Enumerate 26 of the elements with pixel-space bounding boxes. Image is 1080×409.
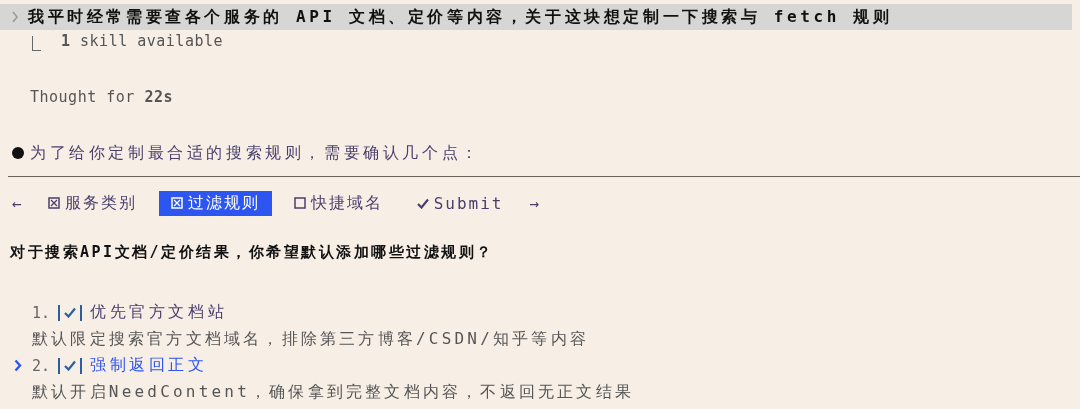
tree-corner-icon <box>32 36 41 51</box>
question-text: 对于搜索API文档/定价结果，你希望默认添加哪些过滤规则？ <box>9 243 495 263</box>
prompt-text: 我平时经常需要查各个服务的 API 文档、定价等内容，关于这块想定制一下搜索与 fetch 规则 <box>28 6 893 28</box>
submit-tab[interactable]: Submit <box>404 191 516 215</box>
step-tab[interactable]: 过滤规则 <box>158 190 272 216</box>
option-checkbox[interactable] <box>58 304 83 321</box>
option-number: 1. <box>32 303 51 322</box>
chevron-icon <box>12 11 18 23</box>
previous-arrow[interactable]: ← <box>8 193 26 213</box>
thought-duration: Thought for 22s <box>29 88 174 108</box>
cursor-chevron-icon <box>14 359 22 372</box>
skill-note: 1 skill available <box>61 32 224 50</box>
option-label[interactable]: 强制返回正文 <box>90 355 208 376</box>
assistant-message: 为了给你定制最合适的搜索规则，需要确认几个点： <box>30 142 481 164</box>
option-checkbox[interactable] <box>58 357 83 374</box>
check-icon <box>64 360 77 371</box>
option-label[interactable]: 优先官方文档站 <box>90 302 228 323</box>
step-tab[interactable]: 快捷域名 <box>281 190 395 216</box>
step-tab[interactable]: 服务类别 <box>35 190 149 216</box>
option-number: 2. <box>32 356 51 375</box>
next-arrow[interactable]: → <box>525 193 544 213</box>
check-icon <box>64 307 77 318</box>
check-icon <box>416 197 429 209</box>
bullet-icon <box>12 147 24 159</box>
option-description: 默认限定搜索官方文档域名，排除第三方博客/CSDN/知乎等内容 <box>31 327 590 350</box>
option-description: 默认开启NeedContent，确保拿到完整文档内容，不返回无正文结果 <box>31 380 635 403</box>
